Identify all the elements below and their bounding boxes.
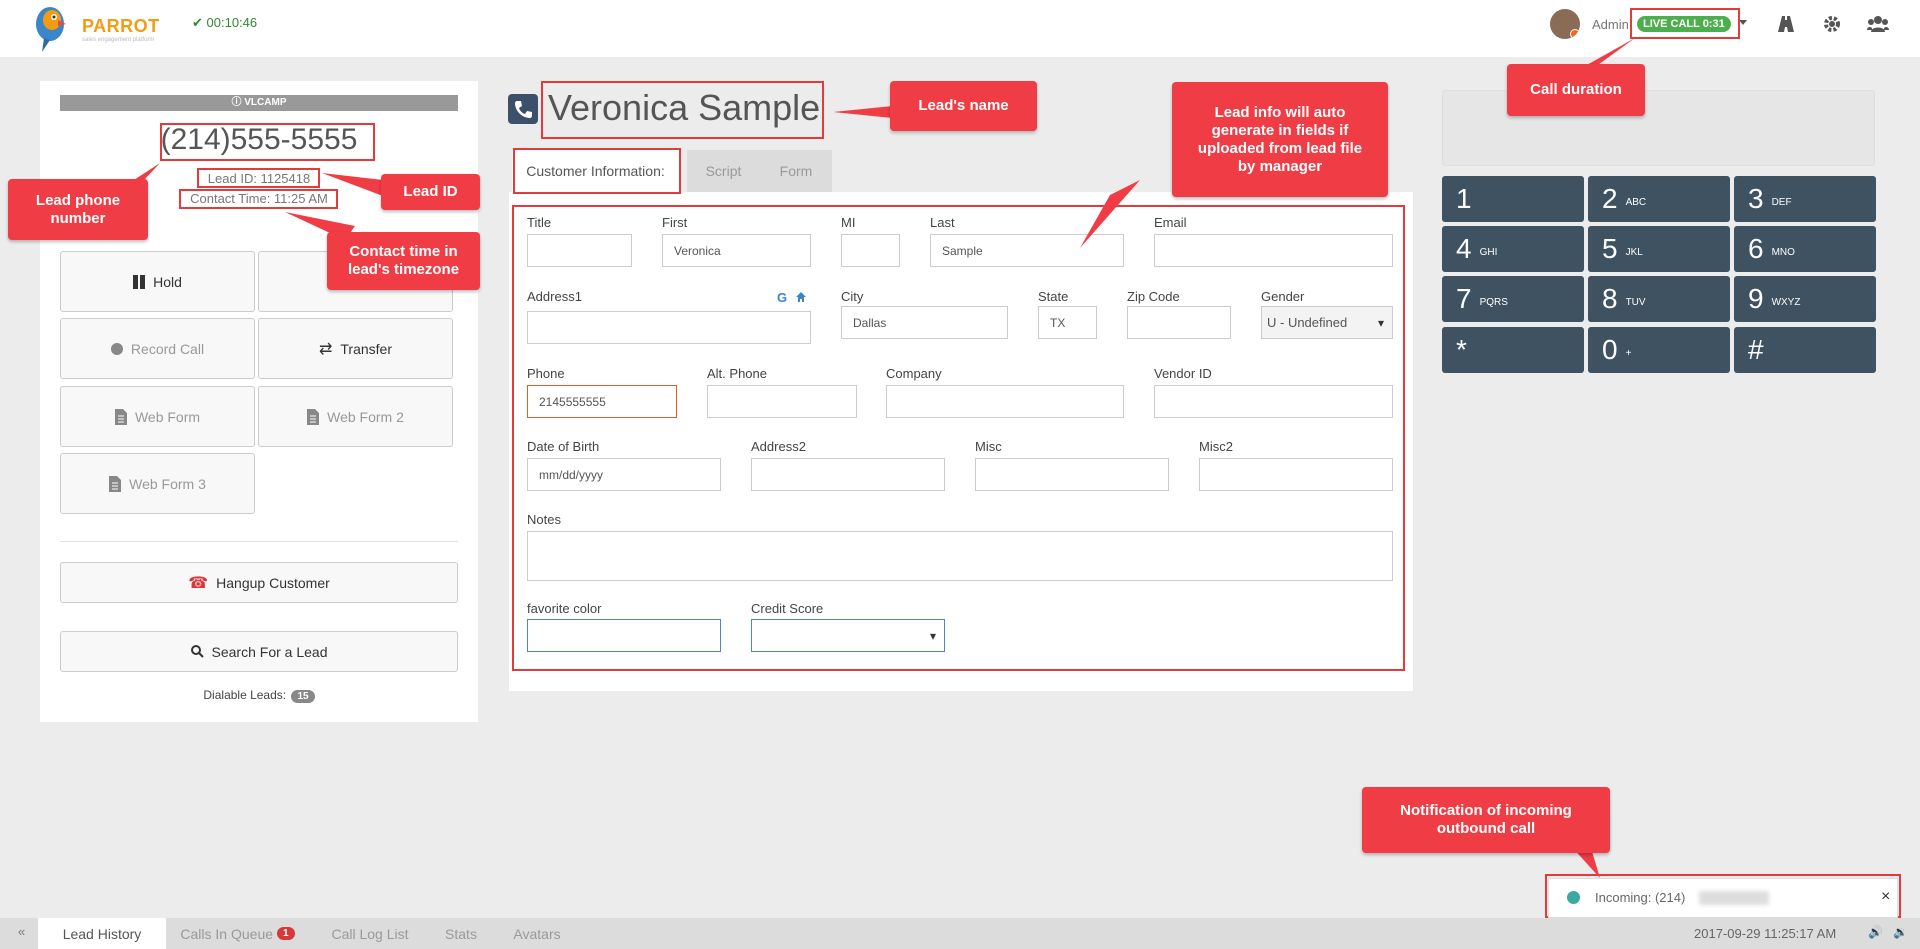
tab-lead-history[interactable]: Lead History — [38, 918, 166, 949]
tab-calls-in-queue[interactable]: Calls In Queue 1 — [170, 918, 305, 949]
incoming-text: Incoming: (214) — [1595, 890, 1686, 905]
callout-lead-id: Lead ID — [381, 174, 480, 210]
collapse-up-icon[interactable]: « — [18, 924, 25, 939]
volume-icon[interactable]: 🔊 — [1868, 925, 1883, 939]
blurred-number — [1699, 891, 1769, 905]
callout-pointers — [80, 38, 1635, 878]
status-dot-icon — [1567, 891, 1580, 904]
close-icon[interactable]: × — [1881, 888, 1890, 906]
tab-stats[interactable]: Stats — [428, 918, 494, 949]
incoming-notification[interactable]: Incoming: (214) × — [1548, 878, 1898, 918]
mute-icon[interactable]: 🔉 — [1893, 925, 1908, 939]
calls-in-queue-label: Calls In Queue — [180, 925, 274, 942]
calls-in-queue-badge: 1 — [277, 927, 295, 940]
datetime: 2017-09-29 11:25:17 AM — [1694, 926, 1837, 941]
callout-notification: Notification of incoming outbound call — [1362, 787, 1610, 853]
tab-avatars[interactable]: Avatars — [500, 918, 574, 949]
tab-call-log-list[interactable]: Call Log List — [318, 918, 422, 949]
callout-lead-phone: Lead phone number — [8, 179, 148, 240]
callout-auto-fill: Lead info will auto generate in fields i… — [1172, 82, 1388, 197]
callout-contact-time: Contact time in lead's timezone — [327, 232, 480, 290]
callout-call-duration: Call duration — [1507, 64, 1645, 116]
callout-lead-name: Lead's name — [890, 81, 1037, 131]
